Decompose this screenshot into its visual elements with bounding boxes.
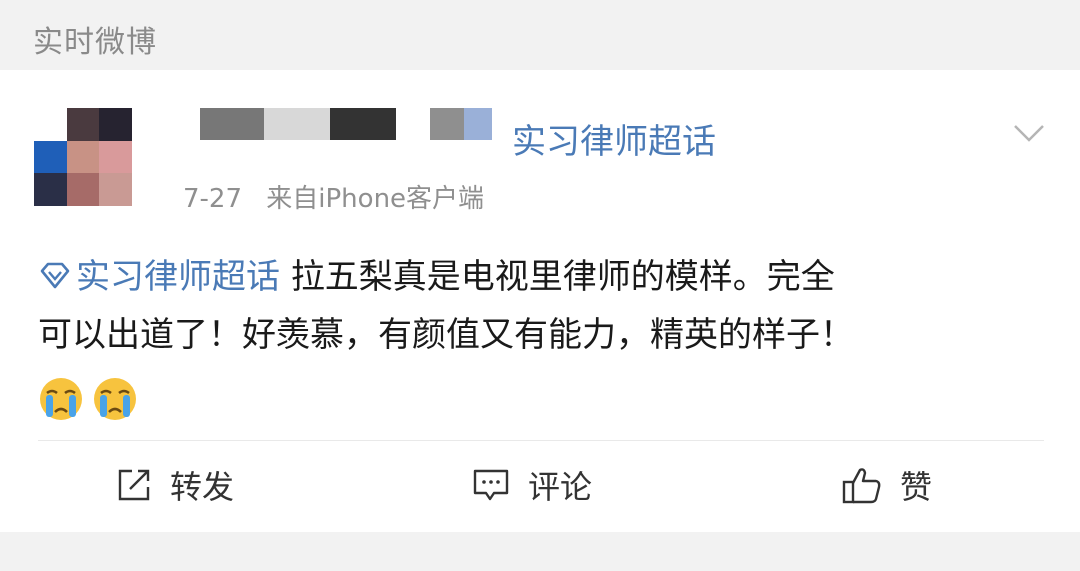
post-meta: 7-27 来自iPhone客户端: [183, 178, 500, 215]
bottom-separator: [0, 532, 1080, 571]
supertopic-label[interactable]: 实习律师超话: [76, 257, 280, 297]
crying-face-icon: [40, 377, 82, 420]
repost-label: 转发: [170, 468, 235, 506]
post-actions: 转发 评论 赞: [0, 441, 1080, 532]
thumbs-up-icon: [842, 468, 881, 504]
post-time: 7-27: [183, 184, 243, 214]
supertopic-link[interactable]: 实习律师超话: [38, 257, 291, 297]
crying-face-icon: [94, 377, 136, 420]
like-label: 赞: [900, 468, 933, 506]
chevron-down-icon[interactable]: [1013, 122, 1045, 146]
emoji-row: [38, 368, 1048, 422]
post-content: 实习律师超话 拉五梨真是电视里律师的模样。完全 可以出道了！好羡慕，有颜值又有能…: [38, 248, 1048, 422]
post-text-line-1: 拉五梨真是电视里律师的模样。完全: [290, 257, 835, 297]
like-button[interactable]: 赞: [842, 465, 933, 506]
post-text-line-2: 可以出道了！好羡慕，有颜值又有能力，精英的样子！: [38, 315, 854, 355]
repost-icon: [118, 469, 150, 501]
content-line-1: 实习律师超话 拉五梨真是电视里律师的模样。完全: [38, 248, 1048, 306]
comment-icon: [473, 469, 509, 501]
comment-button[interactable]: 评论: [472, 465, 593, 506]
avatar[interactable]: [34, 108, 132, 206]
topic-tag[interactable]: 实习律师超话: [512, 114, 716, 163]
post-source: 来自iPhone客户端: [266, 184, 485, 214]
repost-button[interactable]: 转发: [116, 465, 235, 506]
user-badge-redacted: [430, 108, 492, 140]
weibo-post-card[interactable]: 实习律师超话 7-27 来自iPhone客户端 实习律师超话 拉五梨真是电视里律…: [0, 70, 1080, 532]
comment-label: 评论: [528, 468, 593, 506]
diamond-icon: [40, 262, 70, 289]
section-title: 实时微博: [33, 25, 157, 60]
section-header: 实时微博: [0, 0, 1080, 70]
